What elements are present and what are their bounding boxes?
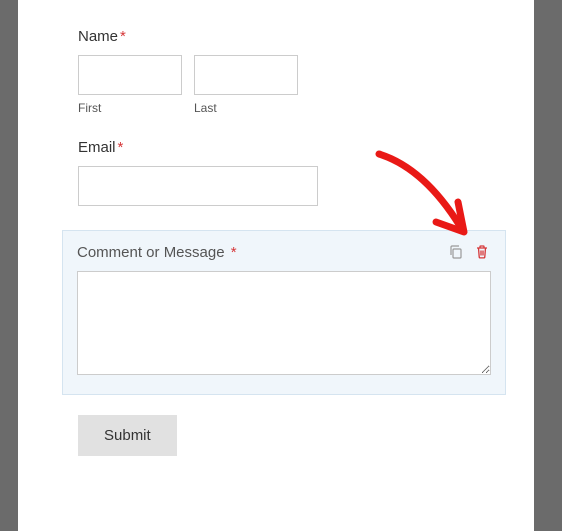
name-inputs-row: First Last [78, 55, 506, 115]
submit-button[interactable]: Submit [78, 415, 177, 456]
required-asterisk: * [120, 28, 126, 45]
delete-button[interactable] [473, 243, 491, 261]
comment-textarea[interactable] [77, 271, 491, 375]
required-asterisk: * [118, 139, 124, 156]
trash-icon [474, 244, 490, 260]
email-label-text: Email [78, 139, 116, 156]
email-label: Email* [78, 139, 506, 156]
last-sublabel: Last [194, 101, 298, 115]
required-asterisk: * [227, 244, 237, 261]
first-name-input[interactable] [78, 55, 182, 95]
last-name-col: Last [194, 55, 298, 115]
first-sublabel: First [78, 101, 182, 115]
email-field: Email* [78, 139, 506, 206]
last-name-input[interactable] [194, 55, 298, 95]
name-field: Name* First Last [78, 28, 506, 115]
name-label: Name* [78, 28, 506, 45]
comment-label-text: Comment or Message [77, 244, 225, 261]
comment-field-block[interactable]: Comment or Message * [62, 230, 506, 395]
name-label-text: Name [78, 28, 118, 45]
email-input[interactable] [78, 166, 318, 206]
form-panel: Name* First Last Email* Comment or Messa… [18, 0, 534, 531]
field-actions [447, 243, 491, 261]
comment-header: Comment or Message * [77, 243, 491, 261]
comment-label: Comment or Message * [77, 244, 237, 261]
first-name-col: First [78, 55, 182, 115]
duplicate-icon [448, 244, 464, 260]
duplicate-button[interactable] [447, 243, 465, 261]
